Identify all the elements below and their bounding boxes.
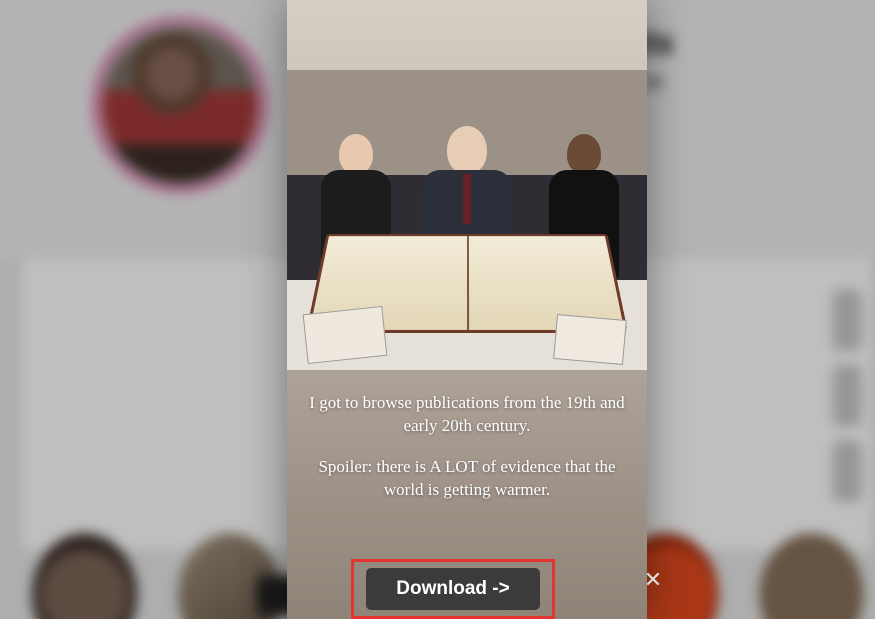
- story-photo: [287, 70, 647, 370]
- story-caption: I got to browse publications from the 19…: [309, 392, 625, 502]
- paper-stack: [303, 306, 388, 364]
- story-modal: I got to browse publications from the 19…: [287, 0, 647, 619]
- paper-stack: [553, 314, 627, 365]
- caption-line-1: I got to browse publications from the 19…: [309, 392, 625, 438]
- caption-line-2: Spoiler: there is A LOT of evidence that…: [309, 456, 625, 502]
- download-highlight-box: Download ->: [351, 559, 555, 619]
- download-button[interactable]: Download ->: [366, 568, 540, 610]
- close-icon[interactable]: ✕: [639, 567, 667, 595]
